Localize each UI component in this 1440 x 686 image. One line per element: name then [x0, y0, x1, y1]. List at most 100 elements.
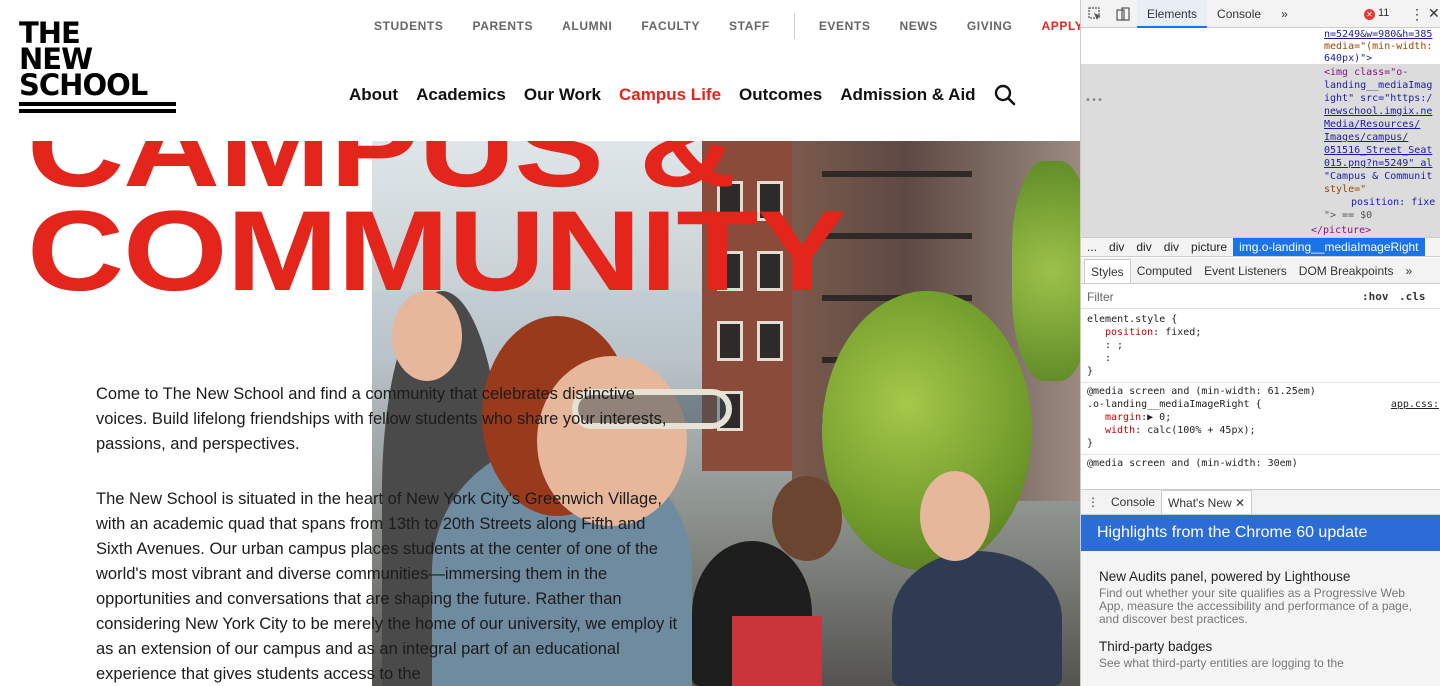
nav-about[interactable]: About: [349, 85, 398, 105]
style-property[interactable]: width: calc(100% + 45px);: [1087, 424, 1435, 437]
intro-paragraph: Come to The New School and find a commun…: [96, 385, 667, 453]
breadcrumb-item[interactable]: picture: [1185, 240, 1233, 254]
drawer-tab-whats-new[interactable]: What's New ✕: [1161, 490, 1253, 514]
error-count: 11: [1378, 7, 1390, 19]
style-rule-element[interactable]: element.style { position: fixed; : ; : }: [1081, 311, 1440, 383]
feature-description: Find out whether your site qualifies as …: [1099, 586, 1412, 626]
dom-node-menu-icon[interactable]: •••: [1085, 94, 1103, 107]
drawer-menu-icon[interactable]: ⋮: [1081, 490, 1105, 514]
dom-line[interactable]: <img class="o-: [1324, 66, 1408, 79]
breadcrumb-item[interactable]: div: [1130, 240, 1157, 254]
util-link-news[interactable]: NEWS: [899, 19, 937, 33]
util-link-alumni[interactable]: ALUMNI: [562, 19, 612, 33]
tab-dom-breakpoints[interactable]: DOM Breakpoints: [1293, 258, 1400, 284]
inspect-element-icon[interactable]: [1081, 0, 1109, 28]
drawer-tabs: ⋮ Console What's New ✕: [1081, 489, 1440, 515]
util-link-giving[interactable]: GIVING: [967, 19, 1013, 33]
util-divider: [793, 13, 795, 39]
breadcrumb-item[interactable]: div: [1158, 240, 1185, 254]
util-link-staff[interactable]: STAFF: [729, 19, 770, 33]
util-link-faculty[interactable]: FACULTY: [641, 19, 700, 33]
utility-nav: STUDENTS PARENTS ALUMNI FACULTY STAFF EV…: [374, 13, 1080, 39]
dom-line: 640px)">: [1324, 53, 1373, 64]
nav-our-work[interactable]: Our Work: [524, 85, 601, 105]
property-value: :▶ 0;: [1141, 412, 1172, 423]
util-link-students[interactable]: STUDENTS: [374, 19, 443, 33]
error-count-badge[interactable]: ✕ 11: [1364, 7, 1389, 20]
red-chair: [732, 616, 822, 686]
window: [717, 321, 743, 361]
nav-outcomes[interactable]: Outcomes: [739, 85, 822, 105]
more-subtabs-icon[interactable]: »: [1399, 258, 1418, 284]
dom-line: style=": [1324, 184, 1367, 195]
feature-description: See what third-party entities are loggin…: [1099, 656, 1344, 670]
util-link-events[interactable]: EVENTS: [819, 19, 871, 33]
style-property[interactable]: margin:▶ 0;: [1087, 411, 1435, 424]
dom-line: "> == $0: [1324, 210, 1373, 221]
feature-title[interactable]: Third-party badges: [1099, 639, 1423, 654]
breadcrumb-item[interactable]: ...: [1081, 240, 1103, 254]
drawer-tab-console[interactable]: Console: [1105, 490, 1161, 514]
nav-academics[interactable]: Academics: [416, 85, 506, 105]
dom-line[interactable]: Media/Resources/: [1324, 118, 1420, 131]
dom-tree[interactable]: ••• n=5249&w=980&h=385 media="(min-width…: [1081, 28, 1440, 252]
whats-new-content: New Audits panel, powered by Lighthouse …: [1081, 551, 1440, 686]
main-nav: About Academics Our Work Campus Life Out…: [349, 84, 1016, 106]
more-tabs-icon[interactable]: »: [1271, 0, 1298, 28]
search-icon[interactable]: [994, 84, 1016, 106]
styles-filter: Filter :hov .cls: [1081, 285, 1440, 309]
dom-line: position: fixe: [1351, 197, 1436, 208]
style-property[interactable]: : ;: [1087, 339, 1435, 352]
feature-title[interactable]: New Audits panel, powered by Lighthouse: [1099, 569, 1423, 584]
devtools-panel: Elements Console » ✕ 11 ⋮ ✕ ••• n=5249&w=…: [1080, 0, 1440, 686]
util-link-parents[interactable]: PARENTS: [472, 19, 533, 33]
dom-line: landing__mediaImag: [1324, 80, 1433, 91]
dom-line: "Campus & Communit: [1324, 171, 1433, 182]
close-icon[interactable]: ✕: [1428, 5, 1440, 22]
device-toolbar-icon[interactable]: [1109, 0, 1137, 28]
dom-line: ight" src="https:/: [1324, 93, 1433, 104]
tab-console[interactable]: Console: [1207, 0, 1271, 28]
dom-line[interactable]: 051516_Street_Seat: [1324, 144, 1432, 157]
nav-admission-aid[interactable]: Admission & Aid: [840, 85, 975, 105]
nav-campus-life[interactable]: Campus Life: [619, 85, 721, 105]
kebab-menu-icon[interactable]: ⋮: [1410, 6, 1424, 23]
style-property-editing[interactable]: :: [1087, 352, 1435, 365]
error-icon: ✕: [1364, 9, 1375, 20]
tab-computed[interactable]: Computed: [1131, 258, 1198, 284]
close-icon[interactable]: ✕: [1235, 496, 1245, 510]
tab-styles[interactable]: Styles: [1084, 258, 1131, 283]
property-value: : fixed;: [1153, 327, 1202, 338]
logo-text-line: SCHOOL: [19, 68, 148, 102]
new-school-logo[interactable]: THE NEW SCHOOL: [19, 19, 179, 122]
selector-text: .o-landing__mediaImageRight {: [1087, 399, 1262, 410]
tab-elements[interactable]: Elements: [1137, 0, 1208, 28]
hover-state-toggle[interactable]: :hov: [1362, 290, 1389, 303]
person-right: [892, 551, 1062, 686]
rule-close: }: [1087, 438, 1094, 449]
dom-line[interactable]: Images/campus/: [1324, 131, 1408, 144]
property-value: : calc(100% + 45px);: [1135, 425, 1256, 436]
source-link[interactable]: app.css:: [1391, 398, 1439, 411]
property-name: margin: [1105, 412, 1142, 423]
breadcrumb-item-selected[interactable]: img.o-landing__mediaImageRight: [1233, 238, 1425, 256]
style-rule-media[interactable]: @media screen and (min-width: 30em): [1081, 455, 1440, 474]
media-query: @media screen and (min-width: 30em): [1087, 458, 1298, 469]
util-link-apply[interactable]: APPLY: [1041, 19, 1080, 33]
rule-close: }: [1087, 366, 1094, 377]
window: [757, 321, 783, 361]
elements-sub-tabs: Styles Computed Event Listeners DOM Brea…: [1081, 258, 1440, 284]
filter-input[interactable]: Filter: [1087, 290, 1114, 304]
breadcrumb-item[interactable]: div: [1103, 240, 1130, 254]
tab-event-listeners[interactable]: Event Listeners: [1198, 258, 1293, 284]
style-rule-media[interactable]: @media screen and (min-width: 61.25em) .…: [1081, 383, 1440, 455]
dom-line[interactable]: newschool.imgix.ne: [1324, 105, 1432, 118]
tree-right: [1012, 161, 1080, 381]
class-toggle[interactable]: .cls: [1399, 290, 1426, 303]
dom-line[interactable]: </picture>: [1311, 224, 1371, 237]
style-property[interactable]: position: fixed;: [1087, 326, 1435, 339]
dom-line[interactable]: 015.png?n=5249" al: [1324, 157, 1432, 170]
property-name: position: [1105, 327, 1154, 338]
rule-selector: .o-landing__mediaImageRight { app.css:: [1087, 398, 1439, 411]
face: [920, 471, 990, 561]
